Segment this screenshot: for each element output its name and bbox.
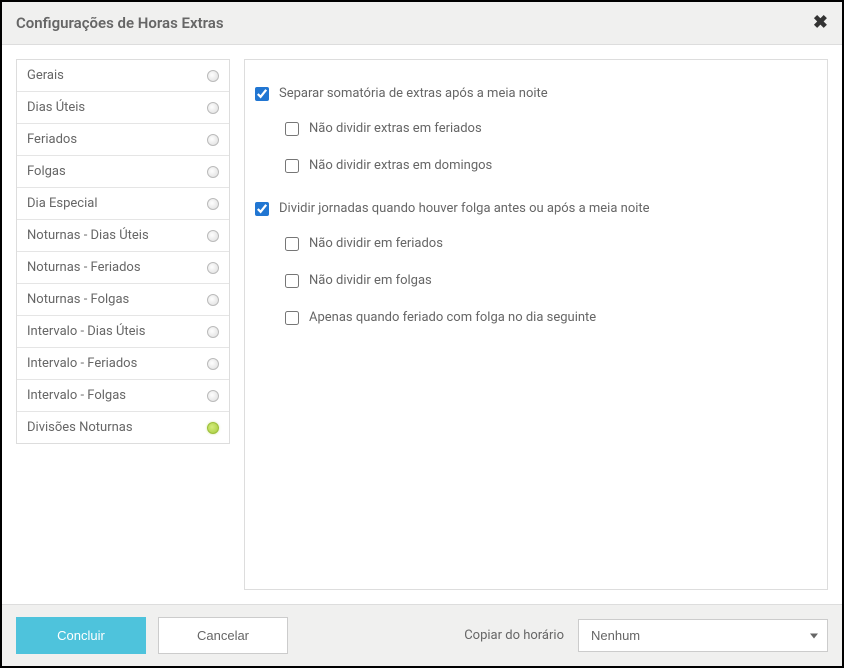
sidebar-nav: Gerais Dias Úteis Feriados Folgas Dia Es… — [16, 59, 230, 444]
sidebar-item-label: Intervalo - Folgas — [27, 388, 126, 403]
radio-indicator-icon — [207, 326, 219, 338]
sidebar-item-noturnas-folgas[interactable]: Noturnas - Folgas — [17, 284, 229, 316]
sidebar-item-label: Folgas — [27, 164, 66, 179]
cancel-button[interactable]: Cancelar — [158, 617, 288, 654]
checkbox-nao-dividir-feriados[interactable] — [285, 237, 299, 251]
sidebar-item-label: Dia Especial — [27, 196, 97, 211]
footer-right: Copiar do horário Nenhum — [464, 619, 828, 652]
checkbox-label[interactable]: Não dividir extras em domingos — [309, 158, 492, 173]
checkbox-row-separar-main: Separar somatória de extras após a meia … — [255, 80, 817, 107]
sidebar-item-gerais[interactable]: Gerais — [17, 60, 229, 92]
sidebar-item-noturnas-dias-uteis[interactable]: Noturnas - Dias Úteis — [17, 220, 229, 252]
sidebar-item-noturnas-feriados[interactable]: Noturnas - Feriados — [17, 252, 229, 284]
close-icon[interactable]: ✖ — [813, 14, 828, 32]
modal-header: Configurações de Horas Extras ✖ — [2, 2, 842, 45]
sidebar-item-divisoes-noturnas[interactable]: Divisões Noturnas — [17, 412, 229, 443]
checkbox-label[interactable]: Dividir jornadas quando houver folga ant… — [279, 201, 650, 216]
checkbox-row-dividir-main: Dividir jornadas quando houver folga ant… — [255, 195, 817, 222]
sidebar-item-label: Noturnas - Folgas — [27, 292, 129, 307]
checkbox-nao-dividir-extras-domingos[interactable] — [285, 159, 299, 173]
radio-indicator-icon — [207, 70, 219, 82]
checkbox-row-nao-dividir-folgas: Não dividir em folgas — [255, 267, 817, 294]
radio-indicator-icon — [207, 198, 219, 210]
checkbox-label[interactable]: Não dividir em feriados — [309, 236, 443, 251]
sidebar-item-label: Intervalo - Feriados — [27, 356, 137, 371]
sidebar-item-intervalo-folgas[interactable]: Intervalo - Folgas — [17, 380, 229, 412]
checkbox-label[interactable]: Não dividir em folgas — [309, 273, 432, 288]
checkbox-row-apenas-feriado-folga: Apenas quando feriado com folga no dia s… — [255, 304, 817, 331]
sidebar-item-label: Divisões Noturnas — [27, 420, 133, 435]
modal-title: Configurações de Horas Extras — [16, 14, 224, 32]
copy-schedule-label: Copiar do horário — [464, 628, 564, 643]
sidebar-item-dia-especial[interactable]: Dia Especial — [17, 188, 229, 220]
checkbox-group-separar: Separar somatória de extras após a meia … — [255, 80, 817, 179]
modal-footer: Concluir Cancelar Copiar do horário Nenh… — [2, 604, 842, 666]
select-wrap: Nenhum — [578, 619, 828, 652]
checkbox-sub-group: Não dividir extras em feriados Não divid… — [255, 115, 817, 179]
sidebar-item-feriados[interactable]: Feriados — [17, 124, 229, 156]
checkbox-separar-somatoria[interactable] — [255, 87, 269, 101]
sidebar-item-intervalo-feriados[interactable]: Intervalo - Feriados — [17, 348, 229, 380]
sidebar-item-label: Feriados — [27, 132, 77, 147]
checkbox-row-nao-dividir-feriados: Não dividir extras em feriados — [255, 115, 817, 142]
checkbox-sub-group: Não dividir em feriados Não dividir em f… — [255, 230, 817, 331]
checkbox-label[interactable]: Apenas quando feriado com folga no dia s… — [309, 310, 596, 325]
radio-indicator-icon — [207, 294, 219, 306]
radio-indicator-icon — [207, 358, 219, 370]
checkbox-label[interactable]: Separar somatória de extras após a meia … — [279, 86, 548, 101]
radio-indicator-icon — [207, 134, 219, 146]
checkbox-group-dividir: Dividir jornadas quando houver folga ant… — [255, 195, 817, 331]
sidebar-item-intervalo-dias-uteis[interactable]: Intervalo - Dias Úteis — [17, 316, 229, 348]
radio-indicator-icon — [207, 390, 219, 402]
checkbox-apenas-feriado-folga[interactable] — [285, 311, 299, 325]
radio-indicator-icon — [207, 230, 219, 242]
content-panel: Separar somatória de extras após a meia … — [244, 59, 828, 590]
sidebar-item-folgas[interactable]: Folgas — [17, 156, 229, 188]
modal-body: Gerais Dias Úteis Feriados Folgas Dia Es… — [2, 45, 842, 604]
checkbox-row-nao-dividir-feriados-2: Não dividir em feriados — [255, 230, 817, 257]
checkbox-nao-dividir-extras-feriados[interactable] — [285, 122, 299, 136]
checkbox-nao-dividir-folgas[interactable] — [285, 274, 299, 288]
radio-indicator-icon — [207, 102, 219, 114]
radio-indicator-icon — [207, 166, 219, 178]
copy-schedule-select[interactable]: Nenhum — [578, 619, 828, 652]
confirm-button[interactable]: Concluir — [16, 617, 146, 654]
radio-indicator-icon — [207, 422, 219, 434]
sidebar-item-label: Gerais — [27, 68, 64, 83]
sidebar-item-label: Intervalo - Dias Úteis — [27, 324, 145, 339]
checkbox-row-nao-dividir-domingos: Não dividir extras em domingos — [255, 152, 817, 179]
sidebar-item-label: Dias Úteis — [27, 100, 85, 115]
sidebar-item-dias-uteis[interactable]: Dias Úteis — [17, 92, 229, 124]
sidebar-item-label: Noturnas - Feriados — [27, 260, 141, 275]
radio-indicator-icon — [207, 262, 219, 274]
sidebar-item-label: Noturnas - Dias Úteis — [27, 228, 149, 243]
checkbox-label[interactable]: Não dividir extras em feriados — [309, 121, 482, 136]
checkbox-dividir-jornadas[interactable] — [255, 202, 269, 216]
modal-dialog: Configurações de Horas Extras ✖ Gerais D… — [0, 0, 844, 668]
